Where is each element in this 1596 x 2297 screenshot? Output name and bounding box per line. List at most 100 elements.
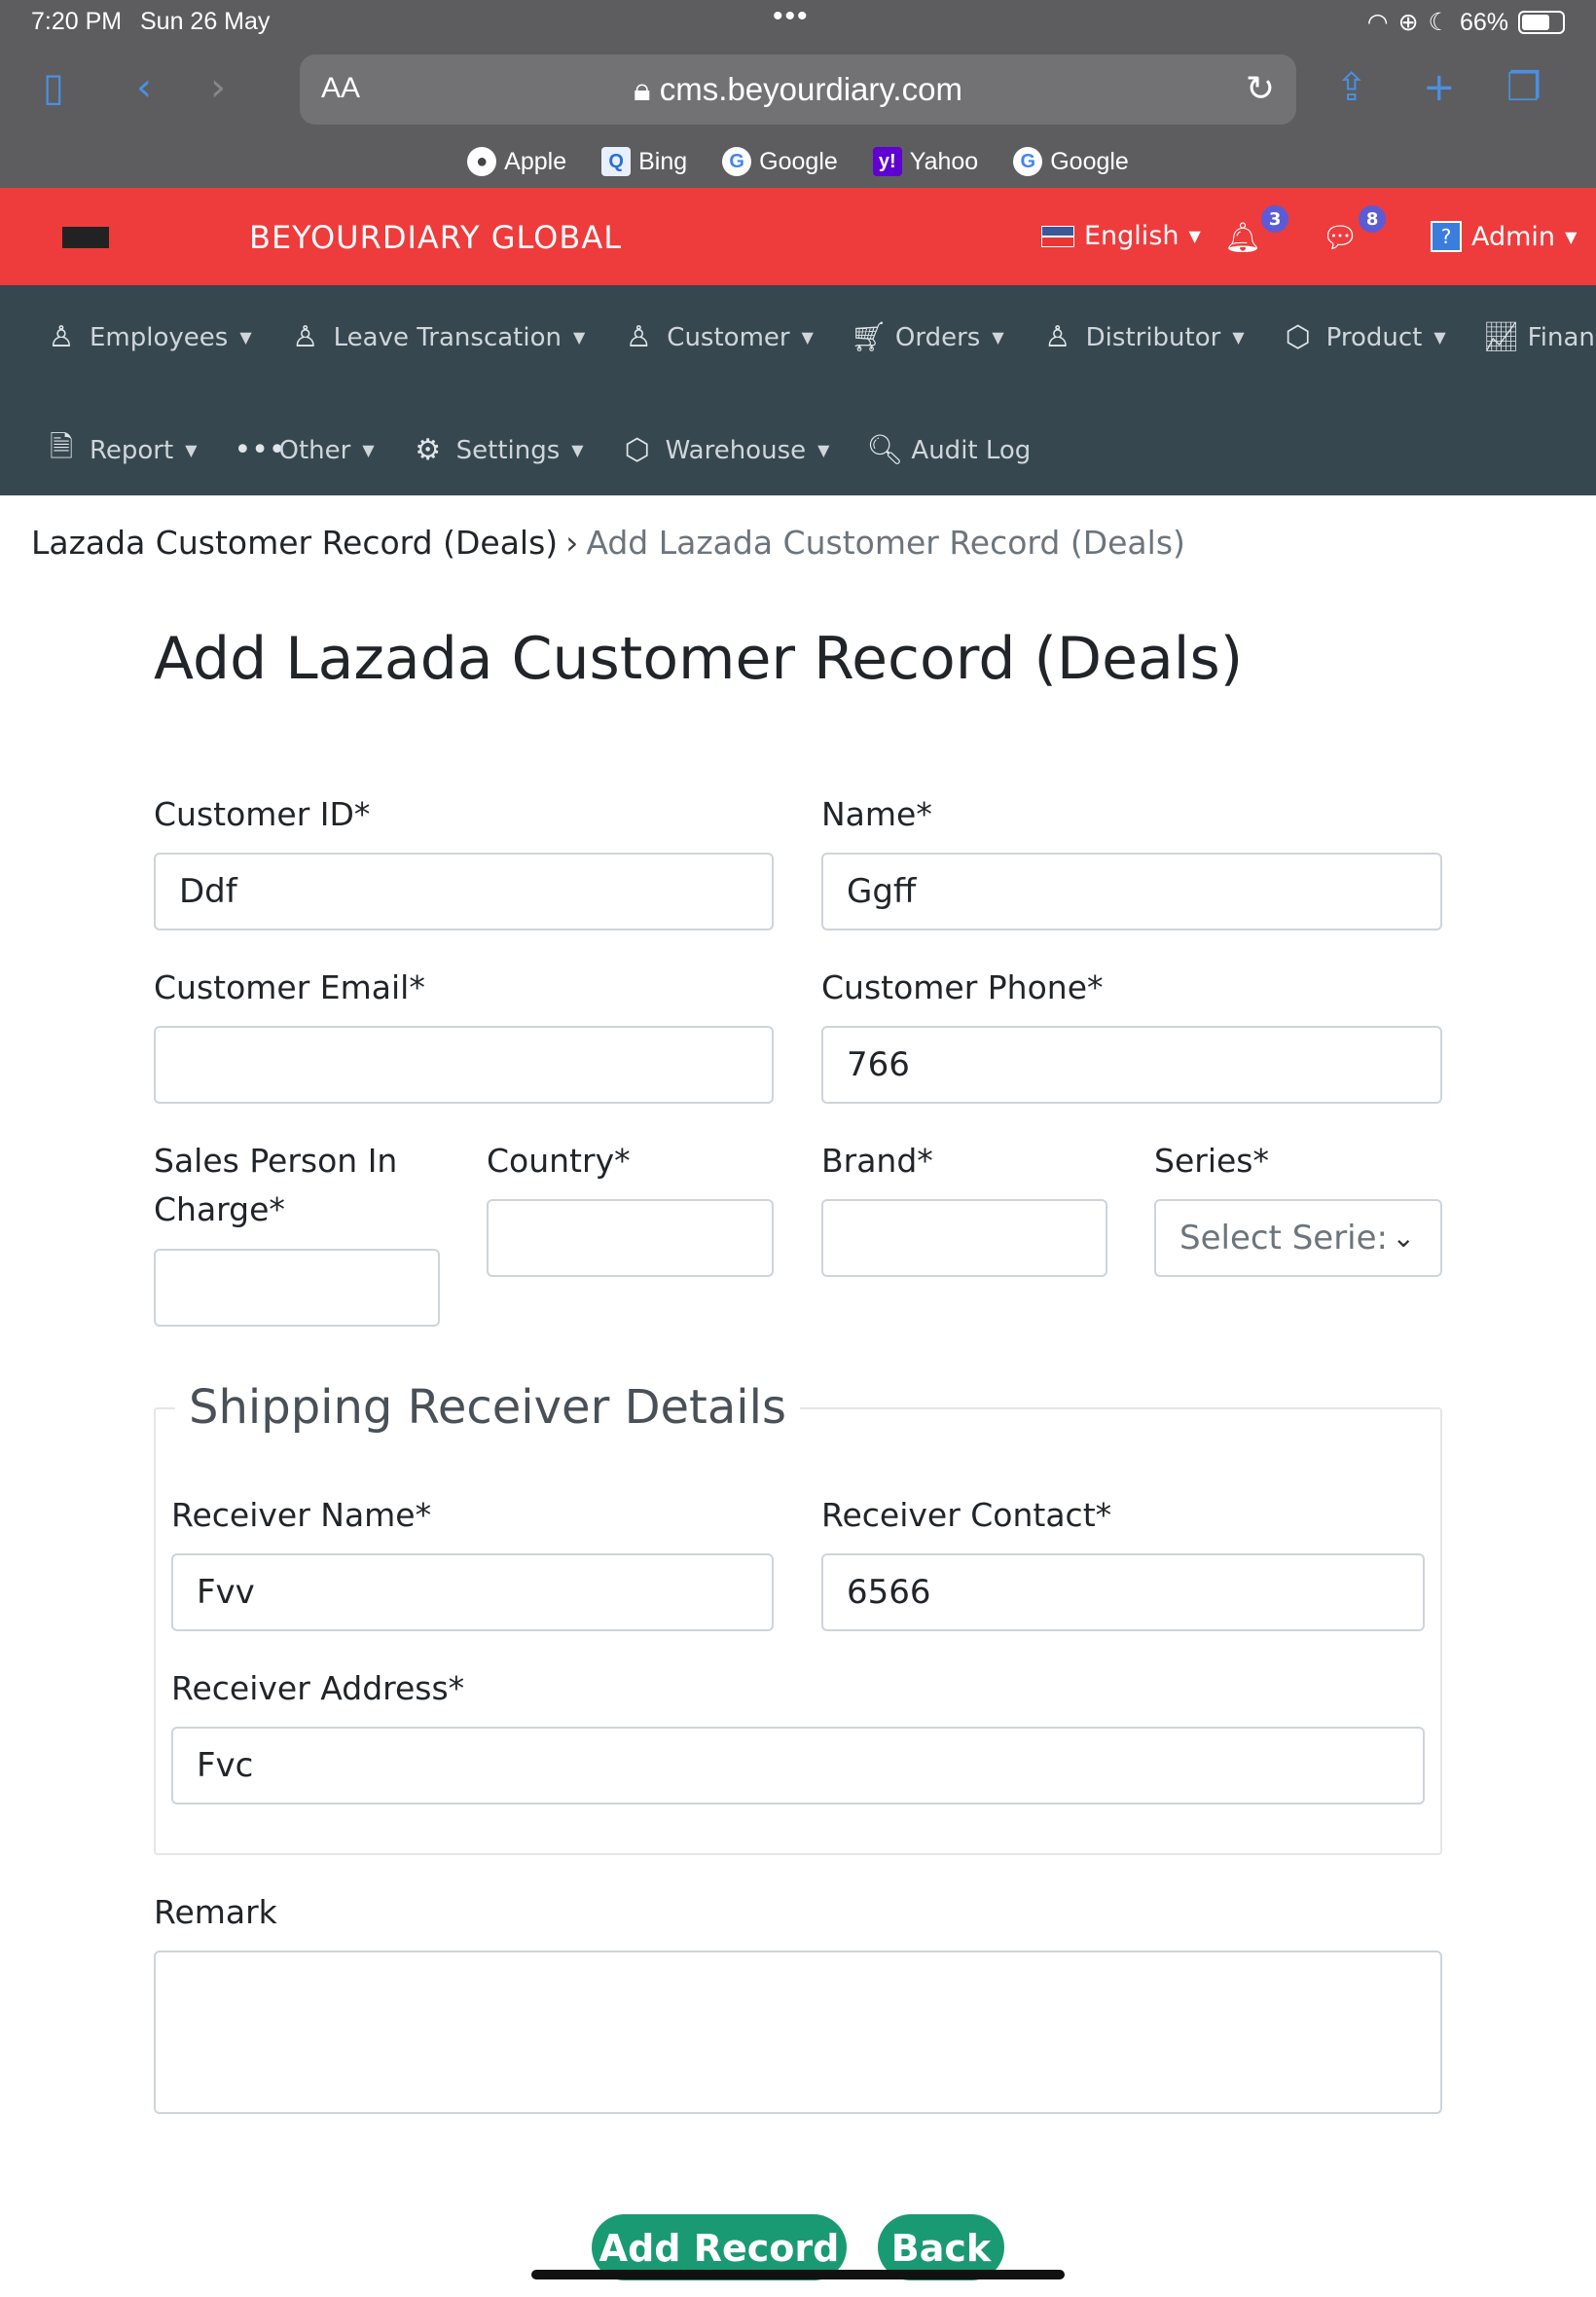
new-tab-icon[interactable]: + bbox=[1423, 64, 1456, 111]
url-value: cms.beyourdiary.com bbox=[659, 71, 962, 107]
receiver-name-label: Receiver Name* bbox=[171, 1496, 432, 1534]
nav-label: Distributor bbox=[1085, 322, 1221, 352]
customer-id-input[interactable]: Ddf bbox=[154, 853, 774, 930]
nav-label: Product bbox=[1325, 322, 1423, 352]
caret-down-icon: ▼ bbox=[1565, 227, 1578, 246]
battery-percent: 66% bbox=[1459, 8, 1508, 36]
google-icon: G bbox=[1013, 147, 1043, 176]
more-icon: ••• bbox=[234, 433, 286, 467]
multitask-dots-icon[interactable]: ••• bbox=[773, 0, 810, 33]
customer-email-input[interactable] bbox=[154, 1026, 774, 1104]
yahoo-icon: y! bbox=[872, 147, 902, 176]
nav-product[interactable]: ⬡ Product ▼ bbox=[1282, 320, 1446, 354]
shipping-legend: Shipping Receiver Details bbox=[175, 1380, 800, 1435]
receiver-contact-input[interactable]: 6566 bbox=[821, 1553, 1425, 1631]
nav-distributor[interactable]: ♙ Distributor ▼ bbox=[1041, 320, 1245, 354]
nav-employees[interactable]: ♙ Employees ▼ bbox=[45, 320, 252, 354]
notifications-button[interactable]: 🔔︎ 3 bbox=[1224, 205, 1289, 255]
nav-customer[interactable]: ♙ Customer ▼ bbox=[622, 320, 814, 354]
receiver-address-input[interactable]: Fvc bbox=[171, 1727, 1425, 1805]
nav-orders[interactable]: 🛒︎ Orders ▼ bbox=[851, 320, 1004, 354]
favorite-bing[interactable]: Q Bing bbox=[601, 142, 687, 181]
caret-down-icon: ▼ bbox=[1433, 328, 1446, 346]
caret-down-icon: ▼ bbox=[239, 328, 252, 346]
document-icon: 🗎 bbox=[49, 430, 74, 464]
address-bar[interactable]: AA 🔒︎ cms.beyourdiary.com ↻ bbox=[300, 55, 1296, 125]
nav-label: Finance bbox=[1527, 322, 1596, 352]
caret-down-icon: ▼ bbox=[1232, 328, 1245, 346]
battery-icon bbox=[1518, 11, 1565, 34]
url-text[interactable]: 🔒︎ cms.beyourdiary.com bbox=[300, 71, 1296, 109]
caret-down-icon: ▼ bbox=[801, 328, 814, 346]
customer-id-label: Customer ID* bbox=[154, 795, 371, 833]
customer-phone-input[interactable]: 766 bbox=[821, 1026, 1442, 1104]
tabs-overview-icon[interactable]: ❐ bbox=[1506, 64, 1542, 111]
cart-icon: 🛒︎ bbox=[850, 320, 888, 354]
bing-icon: Q bbox=[601, 147, 632, 176]
breadcrumb-parent[interactable]: Lazada Customer Record (Deals) bbox=[31, 524, 558, 562]
nav-label: Other bbox=[278, 435, 351, 465]
nav-leave-transcation[interactable]: ♙ Leave Transcation ▼ bbox=[289, 320, 586, 354]
country-label: Country* bbox=[487, 1142, 631, 1180]
wifi-icon: ◠ bbox=[1366, 9, 1389, 36]
favorite-yahoo[interactable]: y! Yahoo bbox=[872, 142, 979, 181]
nav-finance[interactable]: 📈︎Finance▼ bbox=[1483, 320, 1596, 354]
home-indicator[interactable] bbox=[531, 2270, 1065, 2279]
status-right: ◠ ⊕ ☾ 66% bbox=[1367, 8, 1565, 37]
box-icon: ⬡ bbox=[624, 433, 650, 467]
back-arrow-icon[interactable]: ‹ bbox=[136, 64, 152, 111]
sales-person-input[interactable] bbox=[154, 1249, 440, 1327]
breadcrumb-current: Add Lazada Customer Record (Deals) bbox=[586, 524, 1185, 562]
country-input[interactable] bbox=[487, 1199, 774, 1277]
nav-label: Audit Log bbox=[911, 435, 1032, 465]
caret-down-icon: ▼ bbox=[572, 328, 586, 346]
remark-textarea[interactable] bbox=[154, 1951, 1442, 2114]
favorite-label: Google bbox=[759, 147, 838, 175]
chevron-right-icon: › bbox=[565, 524, 579, 562]
status-date: Sun 26 May bbox=[140, 8, 271, 35]
reload-icon[interactable]: ↻ bbox=[1246, 68, 1275, 109]
forward-arrow-icon[interactable]: › bbox=[210, 64, 226, 111]
caret-down-icon: ▼ bbox=[817, 441, 830, 459]
series-label: Series* bbox=[1154, 1142, 1269, 1180]
nav-label: Customer bbox=[667, 322, 790, 352]
nav-label: Warehouse bbox=[665, 435, 807, 465]
nav-report[interactable]: 🗎 Report ▼ bbox=[45, 425, 198, 475]
nav-label: Leave Transcation bbox=[333, 322, 562, 352]
messages-button[interactable]: 💬︎ 8 bbox=[1322, 205, 1387, 255]
brand-logo[interactable] bbox=[62, 227, 109, 248]
favorite-label: Apple bbox=[504, 147, 567, 175]
nav-label: Report bbox=[90, 435, 174, 465]
nav-label: Employees bbox=[90, 322, 229, 352]
nav-warehouse[interactable]: ⬡ Warehouse ▼ bbox=[621, 433, 830, 467]
nav-audit-log[interactable]: 🔍︎ Audit Log bbox=[866, 433, 1031, 467]
customer-phone-label: Customer Phone* bbox=[821, 968, 1104, 1006]
favorite-google-2[interactable]: G Google bbox=[1013, 142, 1129, 181]
sidebar-toggle-icon[interactable]: ▯ bbox=[43, 64, 64, 111]
user-menu[interactable]: ? Admin ▼ bbox=[1431, 221, 1577, 252]
receiver-name-input[interactable]: Fvv bbox=[171, 1553, 774, 1631]
language-label: English bbox=[1084, 221, 1179, 251]
brand-name[interactable]: BEYOURDIARY GLOBAL bbox=[249, 219, 622, 256]
series-select[interactable]: Select Serie: ⌄ bbox=[1154, 1199, 1442, 1277]
sales-person-label: Sales Person In Charge* bbox=[154, 1137, 397, 1234]
favorite-apple[interactable]: ● Apple bbox=[467, 142, 566, 181]
nav-settings[interactable]: ⚙ Settings ▼ bbox=[412, 433, 583, 467]
nav-other[interactable]: ••• Other ▼ bbox=[235, 433, 375, 467]
status-bar: 7:20 PM Sun 26 May ••• ◠ ⊕ ☾ 66% bbox=[31, 0, 1565, 43]
name-label: Name* bbox=[821, 795, 932, 833]
breadcrumb: Lazada Customer Record (Deals) › Add Lazad… bbox=[31, 524, 1185, 562]
favorite-google[interactable]: G Google bbox=[722, 142, 838, 181]
status-time: 7:20 PM bbox=[31, 8, 123, 35]
apple-icon: ● bbox=[467, 147, 497, 176]
share-icon[interactable]: ⇪ bbox=[1335, 64, 1368, 111]
user-name: Admin bbox=[1471, 221, 1556, 252]
language-dropdown[interactable]: English ▼ bbox=[1041, 221, 1201, 251]
audit-icon: 🔍︎ bbox=[866, 433, 904, 467]
brand-input[interactable] bbox=[821, 1199, 1107, 1277]
chevron-down-icon: ⌄ bbox=[1392, 1221, 1415, 1254]
name-input[interactable]: Ggff bbox=[821, 853, 1442, 930]
user-icon: ♙ bbox=[625, 320, 652, 354]
notifications-badge: 3 bbox=[1261, 205, 1289, 233]
favorite-label: Yahoo bbox=[909, 147, 979, 175]
